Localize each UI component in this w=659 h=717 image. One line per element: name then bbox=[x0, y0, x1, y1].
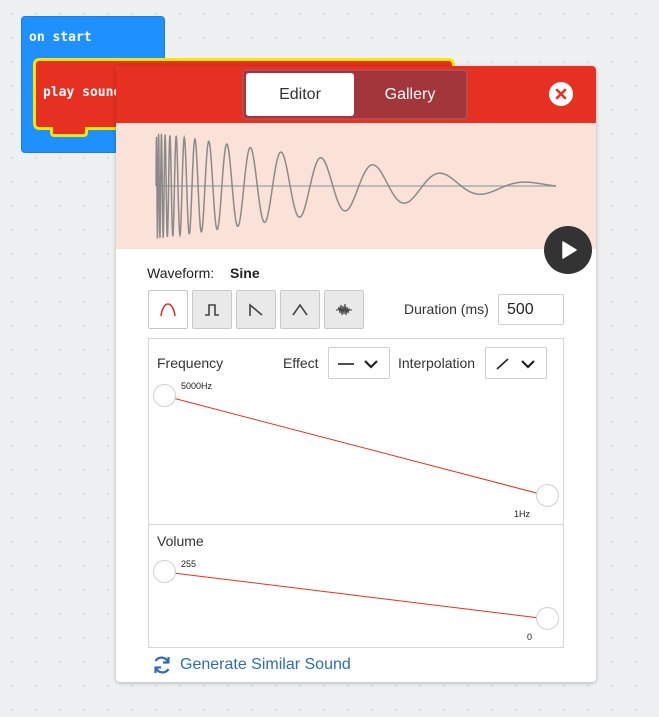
generate-similar-sound-button[interactable]: Generate Similar Sound bbox=[152, 655, 351, 675]
play-button[interactable] bbox=[544, 226, 592, 274]
waveform-preview bbox=[116, 123, 596, 249]
waveform-row: Waveform: Sine bbox=[147, 265, 260, 281]
frequency-envelope bbox=[164, 395, 549, 497]
play-sound-label: play sound bbox=[43, 85, 122, 100]
generate-similar-sound-label: Generate Similar Sound bbox=[180, 656, 351, 673]
waveform-sawtooth-button[interactable] bbox=[236, 290, 276, 329]
tab-gallery[interactable]: Gallery bbox=[356, 73, 464, 116]
close-button[interactable] bbox=[549, 82, 573, 106]
volume-panel: Volume 255 0 bbox=[148, 524, 564, 648]
sound-editor-dialog: Editor Gallery Waveform: Sine Duration (… bbox=[116, 66, 596, 682]
duration-input[interactable] bbox=[498, 294, 564, 325]
tab-switcher: Editor Gallery bbox=[242, 69, 468, 120]
waveform-sine-button[interactable] bbox=[148, 290, 188, 329]
on-start-label: on start bbox=[29, 30, 92, 45]
duration-label: Duration (ms) bbox=[404, 301, 489, 317]
square-icon bbox=[205, 303, 219, 316]
waveform-label: Waveform: bbox=[147, 265, 215, 281]
close-icon bbox=[555, 88, 567, 100]
refresh-icon bbox=[154, 656, 170, 674]
tab-editor[interactable]: Editor bbox=[246, 73, 354, 116]
frequency-start-handle[interactable] bbox=[153, 384, 176, 407]
frequency-line bbox=[164, 395, 549, 497]
frequency-end-value: 1Hz bbox=[514, 509, 531, 519]
waveform-triangle-button[interactable] bbox=[280, 290, 320, 329]
volume-end-handle[interactable] bbox=[536, 607, 559, 630]
play-icon bbox=[562, 241, 577, 259]
waveform-graph bbox=[155, 133, 557, 239]
volume-end-value: 0 bbox=[527, 632, 533, 642]
frequency-start-value: 5000Hz bbox=[181, 381, 213, 391]
sawtooth-icon bbox=[249, 302, 263, 316]
noise-icon bbox=[336, 303, 352, 315]
frequency-panel: Frequency Effect Interpolation 5000Hz 1H… bbox=[148, 338, 564, 525]
sine-icon bbox=[160, 302, 176, 316]
waveform-noise-button[interactable] bbox=[324, 290, 364, 329]
block-notch bbox=[50, 127, 88, 137]
volume-start-handle[interactable] bbox=[153, 560, 176, 583]
triangle-icon bbox=[292, 303, 308, 315]
waveform-value: Sine bbox=[230, 265, 260, 281]
volume-envelope bbox=[164, 571, 549, 620]
volume-start-value: 255 bbox=[181, 559, 197, 569]
waveform-square-button[interactable] bbox=[192, 290, 232, 329]
dialog-header: Editor Gallery bbox=[116, 66, 596, 123]
volume-line bbox=[164, 571, 549, 620]
frequency-end-handle[interactable] bbox=[536, 484, 559, 507]
